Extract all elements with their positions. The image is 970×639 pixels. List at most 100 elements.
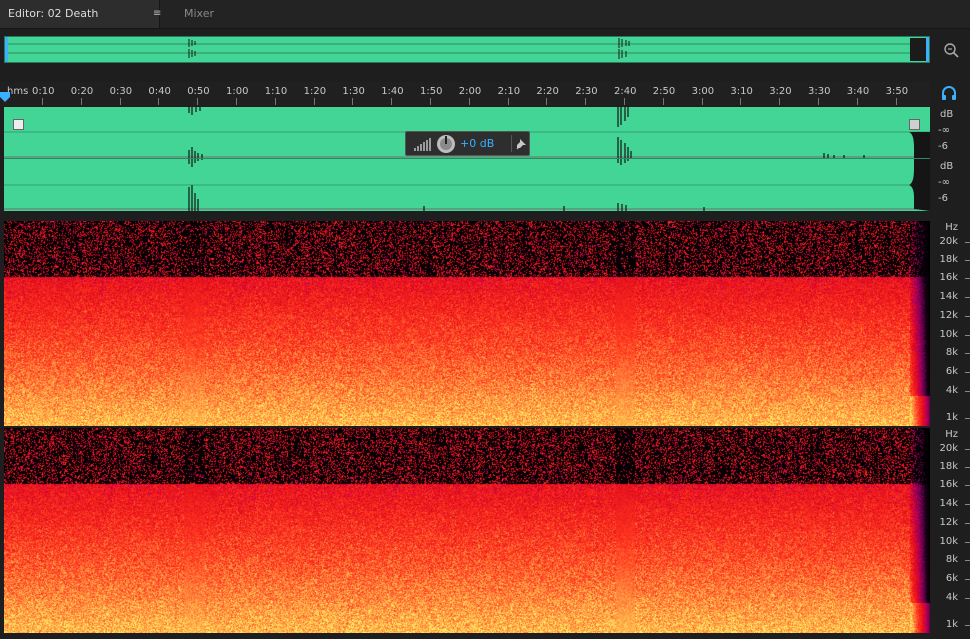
ruler-label: 0:30: [109, 86, 133, 97]
db-minus6-bottom: -6: [938, 193, 948, 204]
menu-icon[interactable]: ≡: [153, 0, 161, 28]
ruler-tick: [895, 98, 897, 105]
ruler-tick: [236, 98, 237, 105]
hz-tick: [965, 625, 970, 626]
hz-tick: [965, 242, 970, 243]
ruler-tick: [546, 98, 548, 105]
ruler-tick: [818, 98, 819, 105]
ruler-label: 1:20: [303, 86, 327, 97]
overview-navigator[interactable]: [4, 36, 930, 63]
hz-tick: [965, 449, 970, 450]
hz-tick: [965, 391, 970, 392]
ruler-tick: [274, 98, 276, 105]
hz-label: 6k: [945, 573, 958, 584]
hz-label: 14k: [939, 498, 958, 509]
hz-label: 10k: [939, 536, 958, 547]
hz-tick: [965, 467, 970, 468]
ruler-tick: [197, 98, 199, 105]
hz-tick: [965, 278, 970, 279]
hz-label: 8k: [945, 554, 958, 565]
db-neg-inf-top: -∞: [938, 125, 950, 136]
ruler-label: 1:40: [381, 86, 404, 97]
tab-editor[interactable]: Editor: 02 Death Curse.mp3 ≡: [0, 0, 161, 48]
hz-scale-right[interactable]: Hz 20k 18k 16k 14k 12k 10k 8k 6k 4k 1k: [930, 428, 970, 633]
headphone-icon[interactable]: [941, 85, 957, 101]
playhead-marker[interactable]: [0, 92, 10, 102]
hud-volume-control[interactable]: +0 dB: [405, 131, 530, 156]
ruler-label: 3:00: [691, 86, 715, 97]
hz-tick: [965, 579, 970, 580]
pin-icon[interactable]: [516, 138, 527, 150]
tab-mixer[interactable]: Mixer: [176, 0, 222, 28]
hz-tick: [965, 598, 970, 599]
ruler-label: 2:10: [497, 86, 521, 97]
hz-tick: [965, 418, 970, 419]
db-minus6-top: -6: [938, 141, 948, 152]
hz-tick: [965, 523, 970, 524]
ruler-label: 0:10: [32, 86, 55, 97]
hz-tick: [965, 504, 970, 505]
ruler-tick: [158, 98, 160, 105]
volume-knob-icon[interactable]: [436, 134, 456, 154]
spectral-display-right[interactable]: [4, 428, 930, 633]
ruler-unit: hms: [7, 86, 29, 97]
hz-label: 8k: [945, 347, 958, 358]
ruler-tick: [507, 98, 509, 105]
ruler-tick: [391, 98, 393, 105]
hz-label: 20k: [939, 236, 958, 247]
ruler-label: 3:20: [769, 86, 792, 97]
channel-divider: [4, 158, 930, 159]
hz-label: 16k: [939, 272, 958, 283]
hz-tick: [965, 485, 970, 486]
hz-tick: [965, 297, 970, 298]
ruler-label: 2:20: [536, 86, 559, 97]
hz-tick: [965, 372, 970, 373]
ruler-tick: [624, 98, 625, 105]
ruler-label: 0:40: [148, 86, 171, 97]
ruler-label: 3:10: [730, 86, 753, 97]
ruler-label: 1:30: [342, 86, 365, 97]
hz-unit-bottom: Hz: [945, 429, 958, 440]
hz-tick: [965, 260, 970, 261]
hz-label: 6k: [945, 366, 958, 377]
hz-tick: [965, 560, 970, 561]
panel-resize-grip[interactable]: [490, 213, 516, 228]
ruler-label: 0:20: [70, 86, 94, 97]
hz-label: 4k: [945, 385, 958, 396]
hz-tick: [965, 542, 970, 543]
channel-toggle-left-icon[interactable]: [13, 119, 24, 130]
hz-label: 14k: [939, 291, 958, 302]
ruler-tick: [779, 98, 781, 105]
hz-label: 18k: [939, 254, 958, 265]
ruler-tick: [80, 98, 82, 105]
waveform-display[interactable]: [4, 107, 930, 211]
hud-volume-value[interactable]: +0 dB: [460, 137, 494, 150]
channel-toggle-right-icon[interactable]: [909, 119, 920, 130]
ruler-tick: [740, 98, 742, 105]
hz-unit-top: Hz: [945, 222, 958, 233]
ruler-tick: [352, 98, 354, 105]
db-unit-top: dB: [940, 109, 954, 120]
ruler-tick: [468, 98, 470, 105]
ruler-tick: [856, 98, 858, 105]
ruler-label: 1:10: [264, 86, 288, 97]
hz-tick: [965, 316, 970, 317]
hz-label: 10k: [939, 329, 958, 340]
time-ruler[interactable]: hms 0:10 0:20 0:30 0:40 0:50 1:00 1:10 1:20 1:30…: [0, 82, 930, 106]
waveform-trace: [4, 107, 930, 211]
ruler-label: 2:30: [575, 86, 598, 97]
ruler-tick: [701, 98, 703, 105]
db-scale[interactable]: dB -∞ -6 dB -∞ -6: [930, 107, 970, 211]
hz-tick: [965, 335, 970, 336]
hz-label: 1k: [945, 412, 958, 423]
db-neg-inf-bottom: -∞: [938, 177, 950, 188]
ruler-label: 2:00: [458, 86, 482, 97]
hud-separator: [511, 135, 512, 152]
ruler-label: 3:50: [885, 86, 909, 97]
hz-label: 16k: [939, 479, 958, 490]
zoom-icon[interactable]: [941, 40, 961, 60]
hz-scale-left[interactable]: Hz 20k 18k 16k 14k 12k 10k 8k 6k 4k 1k: [930, 221, 970, 426]
spectral-display-left[interactable]: [4, 221, 930, 426]
hz-label: 12k: [939, 310, 958, 321]
hz-label: 1k: [945, 619, 958, 630]
